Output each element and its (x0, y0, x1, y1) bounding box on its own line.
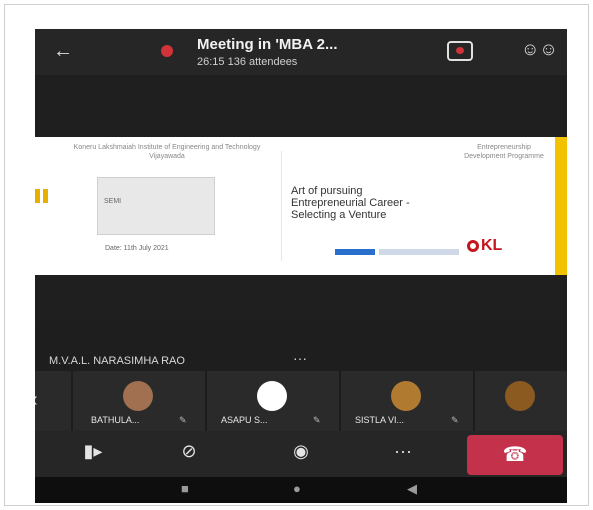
back-arrow-icon[interactable]: ← (53, 39, 73, 63)
slide-footer-bar-blue (335, 249, 375, 255)
android-nav-bar: ■ ● ◀ (35, 477, 567, 503)
back-nav-icon[interactable]: ◀ (407, 481, 417, 497)
mic-muted-icon: ✎ (313, 415, 321, 425)
participant-name: BATHULA... (91, 415, 140, 425)
presenter-name: M.V.A.L. NARASIMHA RAO (49, 355, 185, 367)
share-screen-icon[interactable] (447, 41, 473, 61)
screenshot-frame: ← Meeting in 'MBA 2... 26:15 136 attende… (4, 4, 589, 506)
meeting-top-bar: ← Meeting in 'MBA 2... 26:15 136 attende… (35, 29, 567, 75)
slide-left-header: Koneru Lakshmaiah Institute of Engineeri… (73, 144, 261, 160)
participant-name: SISTLA VI... (355, 415, 405, 425)
presenter-more-button[interactable]: ··· (293, 350, 307, 366)
participant-tile[interactable] (475, 371, 567, 431)
camera-icon[interactable]: ▮▸ (73, 441, 113, 462)
shared-slide: Koneru Lakshmaiah Institute of Engineeri… (35, 137, 567, 275)
mic-off-icon[interactable]: ⊘ (169, 441, 209, 462)
kl-logo-ring-icon (467, 240, 479, 252)
hangup-icon: ☎ (502, 444, 528, 466)
participant-avatar (391, 381, 421, 411)
meeting-subtitle: 26:15 136 attendees (197, 56, 298, 68)
kl-logo: KL (481, 237, 503, 254)
slide-yellow-marks (35, 189, 53, 209)
participant-avatar (123, 381, 153, 411)
slide-main-text: Art of pursuing Entrepreneurial Career -… (291, 185, 410, 221)
chevron-left-icon[interactable]: ‹ (35, 389, 38, 412)
participant-name: ASAPU S... (221, 415, 268, 425)
speaker-icon[interactable]: ◉ (281, 441, 321, 462)
hangup-button[interactable]: ☎ (467, 435, 563, 475)
more-options-button[interactable]: ··· (383, 441, 423, 462)
slide-main-line: Entrepreneurial Career - (291, 197, 410, 209)
slide-footer-bar-gray (379, 249, 459, 255)
participants-strip: ‹ BATHULA... ✎ ASAPU S... ✎ SISTLA VI...… (35, 371, 567, 431)
recents-icon[interactable]: ■ (181, 481, 189, 496)
participant-avatar (257, 381, 287, 411)
mic-muted-icon: ✎ (451, 415, 459, 425)
participant-tile[interactable]: SISTLA VI... ✎ (341, 371, 473, 431)
slide-main-line: Art of pursuing (291, 185, 363, 197)
slide-date: Date: 11th July 2021 (105, 245, 169, 252)
slide-divider (281, 151, 282, 261)
meeting-title: Meeting in 'MBA 2... (197, 36, 338, 53)
participant-tile[interactable]: ASAPU S... ✎ (207, 371, 339, 431)
participants-icon[interactable]: ☺☺ (521, 39, 558, 60)
participant-avatar (505, 381, 535, 411)
phone-screen: ← Meeting in 'MBA 2... 26:15 136 attende… (35, 29, 567, 503)
shared-content-stage: Koneru Lakshmaiah Institute of Engineeri… (35, 75, 567, 321)
slide-accent-stripe (555, 137, 567, 275)
home-icon[interactable]: ● (293, 481, 301, 496)
call-controls: ▮▸ ⊘ ◉ ··· ☎ (35, 431, 567, 477)
slide-card-image: SEMI (97, 177, 215, 235)
mic-muted-icon: ✎ (179, 415, 187, 425)
slide-right-header: Entrepreneurship Development Programme (464, 144, 544, 160)
slide-footer-bars (335, 247, 465, 257)
recording-dot-icon (161, 45, 173, 57)
participant-tile[interactable]: BATHULA... ✎ (73, 371, 205, 431)
participant-tile[interactable]: ‹ (35, 371, 71, 431)
slide-card-text: SEMI (104, 198, 122, 205)
slide-main-line: Selecting a Venture (291, 209, 387, 221)
